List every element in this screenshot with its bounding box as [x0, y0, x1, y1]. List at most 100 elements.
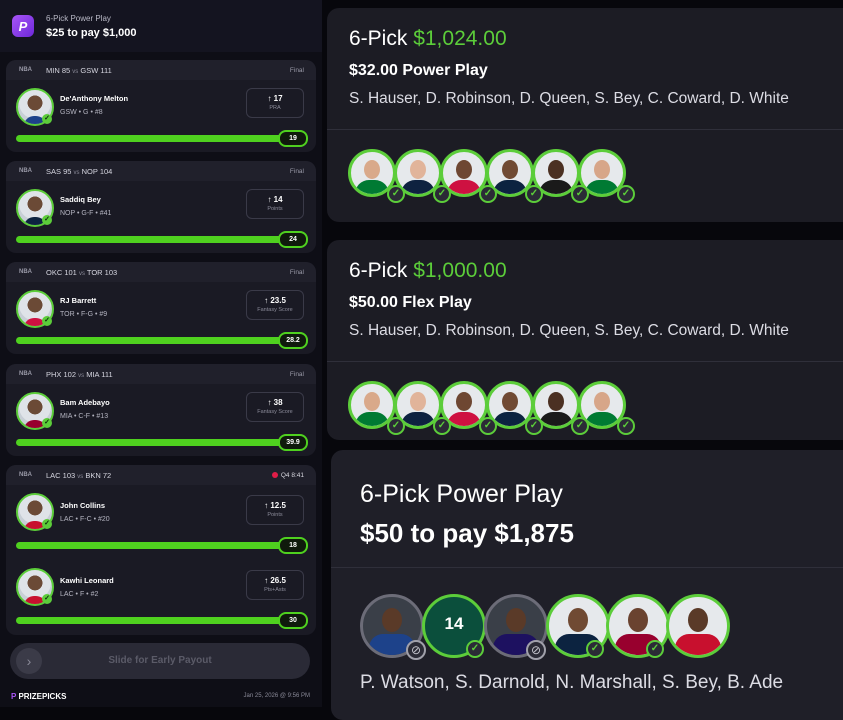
- player-name: Kawhi Leonard: [60, 576, 114, 585]
- slider-label: Slide for Early Payout: [108, 655, 212, 666]
- entry-title: 6-Pick $1,000.00: [349, 259, 507, 282]
- result-value: 24: [278, 231, 308, 248]
- player-avatar: [666, 594, 730, 658]
- pick-card-adebayo[interactable]: NBA PHX 102 vs MIA 111 Final ✓ Bam Adeba…: [6, 364, 316, 456]
- player-name: De'Anthony Melton: [60, 94, 129, 103]
- player-name: Saddiq Bey: [60, 195, 101, 204]
- player-meta: GSW • G • #8: [60, 109, 103, 116]
- entry-subtitle: 6-Pick Power Play: [46, 14, 111, 23]
- stat-line-box: ↑ 23.5 Fantasy Score: [246, 290, 304, 320]
- progress-bar: [16, 236, 306, 243]
- result-value: 30: [278, 612, 308, 629]
- game-bar: NBA PHX 102 vs MIA 111 Final: [6, 364, 316, 384]
- game-score: OKC 101 vs TOR 103: [46, 268, 118, 277]
- check-icon: ✓: [433, 417, 451, 435]
- stat-line: ↑ 14: [267, 195, 283, 204]
- check-icon: ✓: [586, 640, 604, 658]
- game-status: Final: [289, 269, 304, 276]
- entry-play: $50.00 Flex Play: [349, 294, 472, 311]
- stat-type: Fantasy Score: [257, 307, 293, 313]
- game-score: PHX 102 vs MIA 111: [46, 370, 113, 379]
- result-value: 19: [278, 130, 308, 147]
- game-bar: NBA LAC 103 vs BKN 72 Q4 8:41: [6, 465, 316, 485]
- pick-card-bey[interactable]: NBA SAS 95 vs NOP 104 Final ✓ Saddiq Bey…: [6, 161, 316, 253]
- check-icon: ✓: [525, 417, 543, 435]
- check-icon: ✓: [42, 519, 52, 529]
- not-played-icon: ⊘: [406, 640, 426, 660]
- check-icon: ✓: [42, 114, 52, 124]
- player-meta: MIA • C-F • #13: [60, 413, 109, 420]
- stat-line: ↑ 26.5: [264, 576, 286, 585]
- result-value: 39.9: [278, 434, 308, 451]
- stat-line: ↑ 17: [267, 94, 283, 103]
- league-label: NBA: [19, 168, 32, 174]
- stat-type: Fantasy Score: [257, 409, 293, 415]
- entry-player-names: S. Hauser, D. Robinson, D. Queen, S. Bey…: [349, 90, 789, 107]
- progress-bar: [16, 542, 306, 549]
- game-status: Final: [289, 67, 304, 74]
- game-status-live: Q4 8:41: [271, 472, 304, 479]
- prizepicks-logo-icon: P: [12, 15, 34, 37]
- entry-card-1[interactable]: 6-Pick $1,024.00 $32.00 Power Play S. Ha…: [327, 8, 843, 222]
- league-label: NBA: [19, 269, 32, 275]
- check-icon: ✓: [525, 185, 543, 203]
- early-payout-slider[interactable]: › Slide for Early Payout: [10, 643, 310, 679]
- player-name: RJ Barrett: [60, 296, 97, 305]
- stat-line-box: ↑ 26.5 Pts+Asts: [246, 570, 304, 600]
- player-name: John Collins: [60, 501, 105, 510]
- game-score: SAS 95 vs NOP 104: [46, 167, 113, 176]
- brand-logo-icon: P: [11, 692, 17, 701]
- game-score: MIN 85 vs GSW 111: [46, 66, 112, 75]
- check-icon: ✓: [42, 418, 52, 428]
- stat-line: ↑ 12.5: [264, 501, 286, 510]
- check-icon: ✓: [466, 640, 484, 658]
- divider: [331, 567, 843, 568]
- stat-line-box: ↑ 14 Points: [246, 189, 304, 219]
- check-icon: ✓: [617, 417, 635, 435]
- player-meta: NOP • G-F • #41: [60, 210, 112, 217]
- entry-header: P 6-Pick Power Play $25 to pay $1,000: [0, 0, 322, 52]
- check-icon: ✓: [571, 185, 589, 203]
- prizepicks-brand: P PRIZEPICKS: [11, 692, 67, 701]
- result-value: 18: [278, 537, 308, 554]
- divider: [327, 129, 843, 130]
- pick-card-barrett[interactable]: NBA OKC 101 vs TOR 103 Final ✓ RJ Barret…: [6, 262, 316, 354]
- result-value: 28.2: [278, 332, 308, 349]
- stat-type: Pts+Asts: [264, 587, 286, 593]
- stat-type: Points: [267, 206, 283, 212]
- stat-line-box: ↑ 12.5 Points: [246, 495, 304, 525]
- stat-line: ↑ 23.5: [264, 296, 286, 305]
- player-name: Bam Adebayo: [60, 398, 110, 407]
- entry-payout: $50 to pay $1,875: [360, 518, 574, 548]
- league-label: NBA: [19, 67, 32, 73]
- stat-line-box: ↑ 17 PRA: [246, 88, 304, 118]
- pick-card-lac-bkn[interactable]: NBA LAC 103 vs BKN 72 Q4 8:41 ✓ John Col…: [6, 465, 316, 635]
- player-meta: LAC • F-C • #20: [60, 516, 110, 523]
- entry-card-2[interactable]: 6-Pick $1,000.00 $50.00 Flex Play S. Hau…: [327, 240, 843, 440]
- entry-title: $25 to pay $1,000: [46, 27, 137, 39]
- game-status: Final: [289, 168, 304, 175]
- game-bar: NBA OKC 101 vs TOR 103 Final: [6, 262, 316, 282]
- game-status: Final: [289, 371, 304, 378]
- player-meta: TOR • F-G • #9: [60, 311, 108, 318]
- entry-player-names: S. Hauser, D. Robinson, D. Queen, S. Bey…: [349, 322, 789, 339]
- not-played-icon: ⊘: [526, 640, 546, 660]
- stat-line-box: ↑ 38 Fantasy Score: [246, 392, 304, 422]
- check-icon: ✓: [479, 185, 497, 203]
- entry-play: $32.00 Power Play: [349, 62, 488, 79]
- check-icon: ✓: [42, 316, 52, 326]
- timestamp: Jan 25, 2026 @ 9:56 PM: [243, 693, 310, 699]
- progress-bar: [16, 617, 306, 624]
- entry-card-3[interactable]: 6-Pick Power Play $50 to pay $1,875 14 ⊘…: [331, 450, 843, 720]
- check-icon: ✓: [42, 215, 52, 225]
- entry-title: 6-Pick $1,024.00: [349, 27, 507, 50]
- entry-player-names: P. Watson, S. Darnold, N. Marshall, S. B…: [360, 672, 784, 693]
- pick-card-melton[interactable]: NBA MIN 85 vs GSW 111 Final ✓ De'Anthony…: [6, 60, 316, 152]
- game-score: LAC 103 vs BKN 72: [46, 471, 112, 480]
- progress-bar: [16, 337, 306, 344]
- entry-detail-panel: P 6-Pick Power Play $25 to pay $1,000 NB…: [0, 0, 322, 707]
- player-meta: LAC • F • #2: [60, 591, 99, 598]
- check-icon: ✓: [646, 640, 664, 658]
- check-icon: ✓: [479, 417, 497, 435]
- divider: [327, 361, 843, 362]
